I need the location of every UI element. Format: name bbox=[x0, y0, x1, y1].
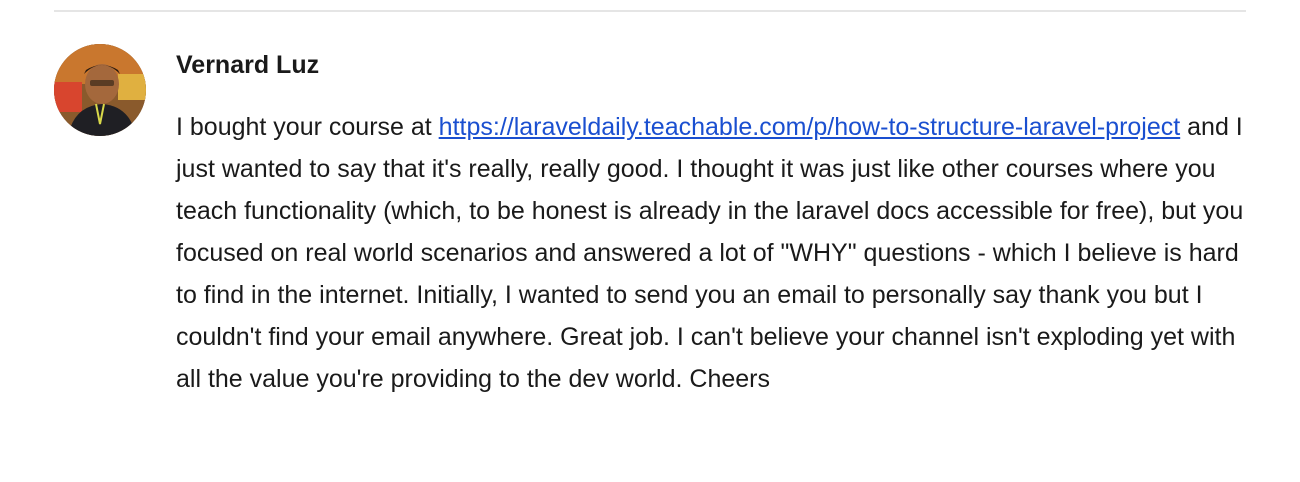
avatar-photo-icon bbox=[54, 44, 146, 136]
author-name[interactable]: Vernard Luz bbox=[176, 44, 1246, 86]
course-link[interactable]: https://laraveldaily.teachable.com/p/how… bbox=[439, 113, 1181, 141]
comment-text-after-link: and I just wanted to say that it's reall… bbox=[176, 113, 1244, 393]
top-divider bbox=[54, 10, 1246, 12]
comment-text: I bought your course at https://laraveld… bbox=[176, 106, 1246, 400]
comment-text-before-link: I bought your course at bbox=[176, 113, 439, 141]
avatar[interactable] bbox=[54, 44, 146, 136]
comment-body: Vernard Luz I bought your course at http… bbox=[176, 44, 1246, 400]
